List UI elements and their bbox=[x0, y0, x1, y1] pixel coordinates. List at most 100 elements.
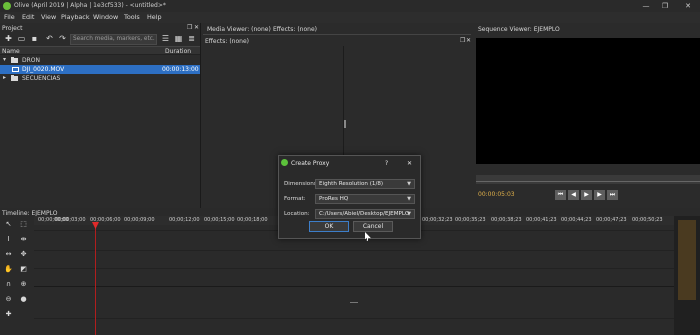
project-panel-title: Project bbox=[2, 25, 23, 32]
column-name[interactable]: Name bbox=[2, 48, 20, 55]
cancel-button[interactable]: Cancel bbox=[353, 221, 393, 232]
splitter-handle[interactable] bbox=[344, 120, 346, 128]
expand-arrow-icon[interactable]: ▾ bbox=[3, 56, 6, 63]
new-item-icon[interactable]: ✚ bbox=[3, 34, 14, 44]
format-label: Format: bbox=[284, 196, 306, 202]
menu-file[interactable]: File bbox=[4, 13, 15, 21]
previous-frame-button[interactable]: ◀ bbox=[568, 190, 579, 200]
dialog-close-icon[interactable]: ✕ bbox=[407, 160, 412, 167]
chevron-down-icon: ▼ bbox=[407, 196, 411, 202]
chevron-down-icon: ▼ bbox=[407, 181, 411, 187]
record-icon[interactable]: ● bbox=[17, 294, 30, 305]
minimize-button[interactable]: — bbox=[640, 1, 652, 11]
chevron-down-icon: ▼ bbox=[407, 211, 411, 217]
panel-float-icon[interactable]: ❐ bbox=[187, 24, 192, 31]
dialog-title: Create Proxy bbox=[291, 160, 330, 167]
tree-row-clip[interactable]: DJI_0020.MOV 00:00:13:00 bbox=[0, 65, 200, 74]
maximize-button[interactable]: ❐ bbox=[659, 1, 671, 11]
timeline-scrollbar[interactable] bbox=[674, 216, 700, 335]
go-to-start-button[interactable]: ⏮ bbox=[555, 190, 566, 200]
menu-edit[interactable]: Edit bbox=[22, 13, 34, 21]
undo-icon[interactable]: ↶ bbox=[44, 34, 55, 44]
transition-tool-icon[interactable]: ◩ bbox=[17, 264, 30, 275]
format-value: ProRes HQ bbox=[319, 196, 349, 202]
tree-row-dron[interactable]: ▾ DRON bbox=[0, 56, 200, 65]
close-window-button[interactable]: ✕ bbox=[682, 1, 694, 11]
tick-label: 00;00;44;23 bbox=[561, 217, 592, 223]
tree-item-label: DJI_0020.MOV bbox=[22, 66, 65, 73]
timeline-tools: ↖ ⬚ I ⇹ ↔ ✥ ✋ ◩ ∩ ⊕ ⊖ ● ✚ bbox=[0, 216, 34, 335]
folder-icon bbox=[11, 57, 18, 63]
icon-view-icon[interactable]: ▦ bbox=[173, 34, 184, 44]
folder-icon bbox=[11, 75, 18, 81]
effects-header: Effects: (none) bbox=[205, 38, 249, 45]
sequence-viewer-screen[interactable] bbox=[476, 38, 700, 164]
olive-logo-icon bbox=[281, 159, 288, 166]
column-duration[interactable]: Duration bbox=[165, 48, 191, 55]
tree-row-secuencias[interactable]: ▸ SECUENCIAS bbox=[0, 74, 200, 83]
title-bar: Olive (April 2019 | Alpha | 1e3cf533) - … bbox=[0, 0, 700, 12]
track-divider bbox=[34, 286, 674, 287]
list-view-icon[interactable]: ≣ bbox=[186, 34, 197, 44]
open-folder-icon[interactable]: ▭ bbox=[16, 34, 27, 44]
tick-label: 00;00;18;00 bbox=[237, 217, 268, 223]
tick-label: 00;00;35;23 bbox=[455, 217, 486, 223]
ok-button[interactable]: OK bbox=[309, 221, 349, 232]
tick-label: 00;00;32;23 bbox=[422, 217, 453, 223]
tick-label: 00;00;47;23 bbox=[596, 217, 627, 223]
slip-tool-icon[interactable]: ✥ bbox=[17, 249, 30, 260]
tick-label: 00;00;12;00 bbox=[169, 217, 200, 223]
menu-view[interactable]: View bbox=[41, 13, 56, 21]
play-button[interactable]: ▶ bbox=[581, 190, 592, 200]
edit-tool-icon[interactable]: I bbox=[2, 234, 15, 245]
effects-float-icon[interactable]: ❐ bbox=[460, 37, 465, 44]
sequence-timecode[interactable]: 00:00:05:03 bbox=[478, 191, 515, 198]
track-split-handle[interactable] bbox=[350, 302, 358, 303]
sequence-ruler[interactable] bbox=[476, 175, 700, 184]
zoom-in-icon[interactable]: ⊕ bbox=[17, 279, 30, 290]
tab-underline bbox=[203, 34, 471, 35]
zoom-out-icon[interactable]: ⊖ bbox=[2, 294, 15, 305]
menu-tools[interactable]: Tools bbox=[124, 13, 140, 21]
location-label: Location: bbox=[284, 211, 310, 217]
dimensions-value: Eighth Resolution (1/8) bbox=[319, 181, 384, 187]
playhead-line[interactable] bbox=[95, 222, 96, 335]
tick-label: 00;00;09;00 bbox=[124, 217, 155, 223]
save-icon[interactable]: ▪ bbox=[29, 34, 40, 44]
razor-tool-icon[interactable]: ↔ bbox=[2, 249, 15, 260]
tick-label: 00;00;41;23 bbox=[526, 217, 557, 223]
collapse-arrow-icon[interactable]: ▸ bbox=[3, 74, 6, 81]
hand-tool-icon[interactable]: ✋ bbox=[2, 264, 15, 275]
tick-label: 00;00;15;00 bbox=[204, 217, 235, 223]
olive-logo-icon bbox=[3, 2, 11, 10]
scrollbar-thumb[interactable] bbox=[678, 220, 696, 300]
next-frame-button[interactable]: ▶ bbox=[594, 190, 605, 200]
add-track-icon[interactable]: ✚ bbox=[2, 309, 15, 320]
snapping-icon[interactable]: ∩ bbox=[2, 279, 15, 290]
select-tool-icon[interactable]: ⬚ bbox=[17, 219, 30, 230]
tree-item-duration: 00:00:13:00 bbox=[162, 66, 199, 73]
tree-view-icon[interactable]: ☰ bbox=[160, 34, 171, 44]
track-divider bbox=[34, 268, 674, 269]
go-to-end-button[interactable]: ⏭ bbox=[607, 190, 618, 200]
location-select[interactable]: C:/Users/Abiel/Desktop/EJEMPLO ▼ bbox=[315, 209, 415, 219]
menu-help[interactable]: Help bbox=[147, 13, 162, 21]
project-column-header: Name Duration bbox=[0, 46, 200, 55]
project-search-input[interactable]: Search media, markers, etc. bbox=[70, 34, 157, 45]
menu-bar: File Edit View Playback Window Tools Hel… bbox=[0, 12, 700, 23]
ripple-tool-icon[interactable]: ⇹ bbox=[17, 234, 30, 245]
tick-label: 00;00;03;00 bbox=[55, 217, 86, 223]
dimensions-label: Dimensions: bbox=[284, 181, 319, 187]
track-divider bbox=[34, 318, 674, 319]
format-select[interactable]: ProRes HQ ▼ bbox=[315, 194, 415, 204]
help-icon[interactable]: ? bbox=[385, 160, 388, 167]
pointer-tool-icon[interactable]: ↖ bbox=[2, 219, 15, 230]
dimensions-select[interactable]: Eighth Resolution (1/8) ▼ bbox=[315, 179, 415, 189]
effects-close-icon[interactable]: ✕ bbox=[466, 37, 471, 44]
menu-playback[interactable]: Playback bbox=[61, 13, 90, 21]
redo-icon[interactable]: ↷ bbox=[57, 34, 68, 44]
panel-close-icon[interactable]: ✕ bbox=[194, 24, 199, 31]
tree-item-label: DRON bbox=[22, 57, 40, 64]
sequence-viewer-title: Sequence Viewer: EJEMPLO bbox=[478, 26, 560, 33]
menu-window[interactable]: Window bbox=[93, 13, 118, 21]
